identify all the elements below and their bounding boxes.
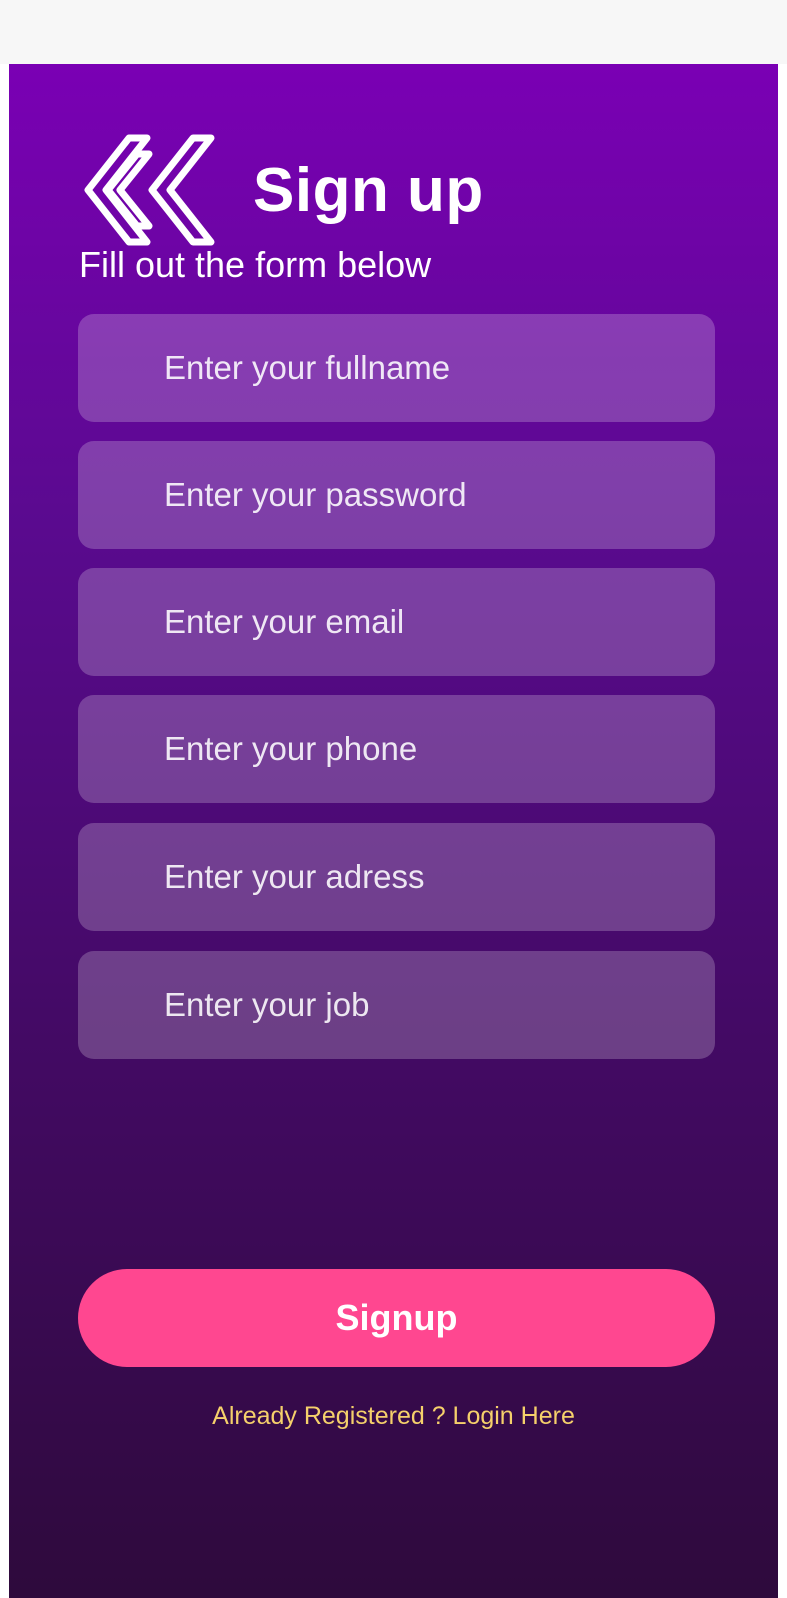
fullname-field[interactable] [78, 314, 715, 422]
status-bar [0, 0, 787, 64]
double-chevron-left-icon[interactable] [77, 134, 229, 246]
phone-field[interactable] [78, 695, 715, 803]
address-field[interactable] [78, 823, 715, 931]
job-field[interactable] [78, 951, 715, 1059]
page-subtitle: Fill out the form below [79, 244, 432, 285]
page-title: Sign up [253, 155, 484, 225]
password-field[interactable] [78, 441, 715, 549]
header: Sign up [77, 134, 484, 246]
signup-button[interactable]: Signup [78, 1269, 715, 1367]
signup-screen: Sign up Fill out the form below Signup A… [9, 64, 778, 1598]
login-link[interactable]: Already Registered ? Login Here [9, 1402, 778, 1431]
email-field[interactable] [78, 568, 715, 676]
